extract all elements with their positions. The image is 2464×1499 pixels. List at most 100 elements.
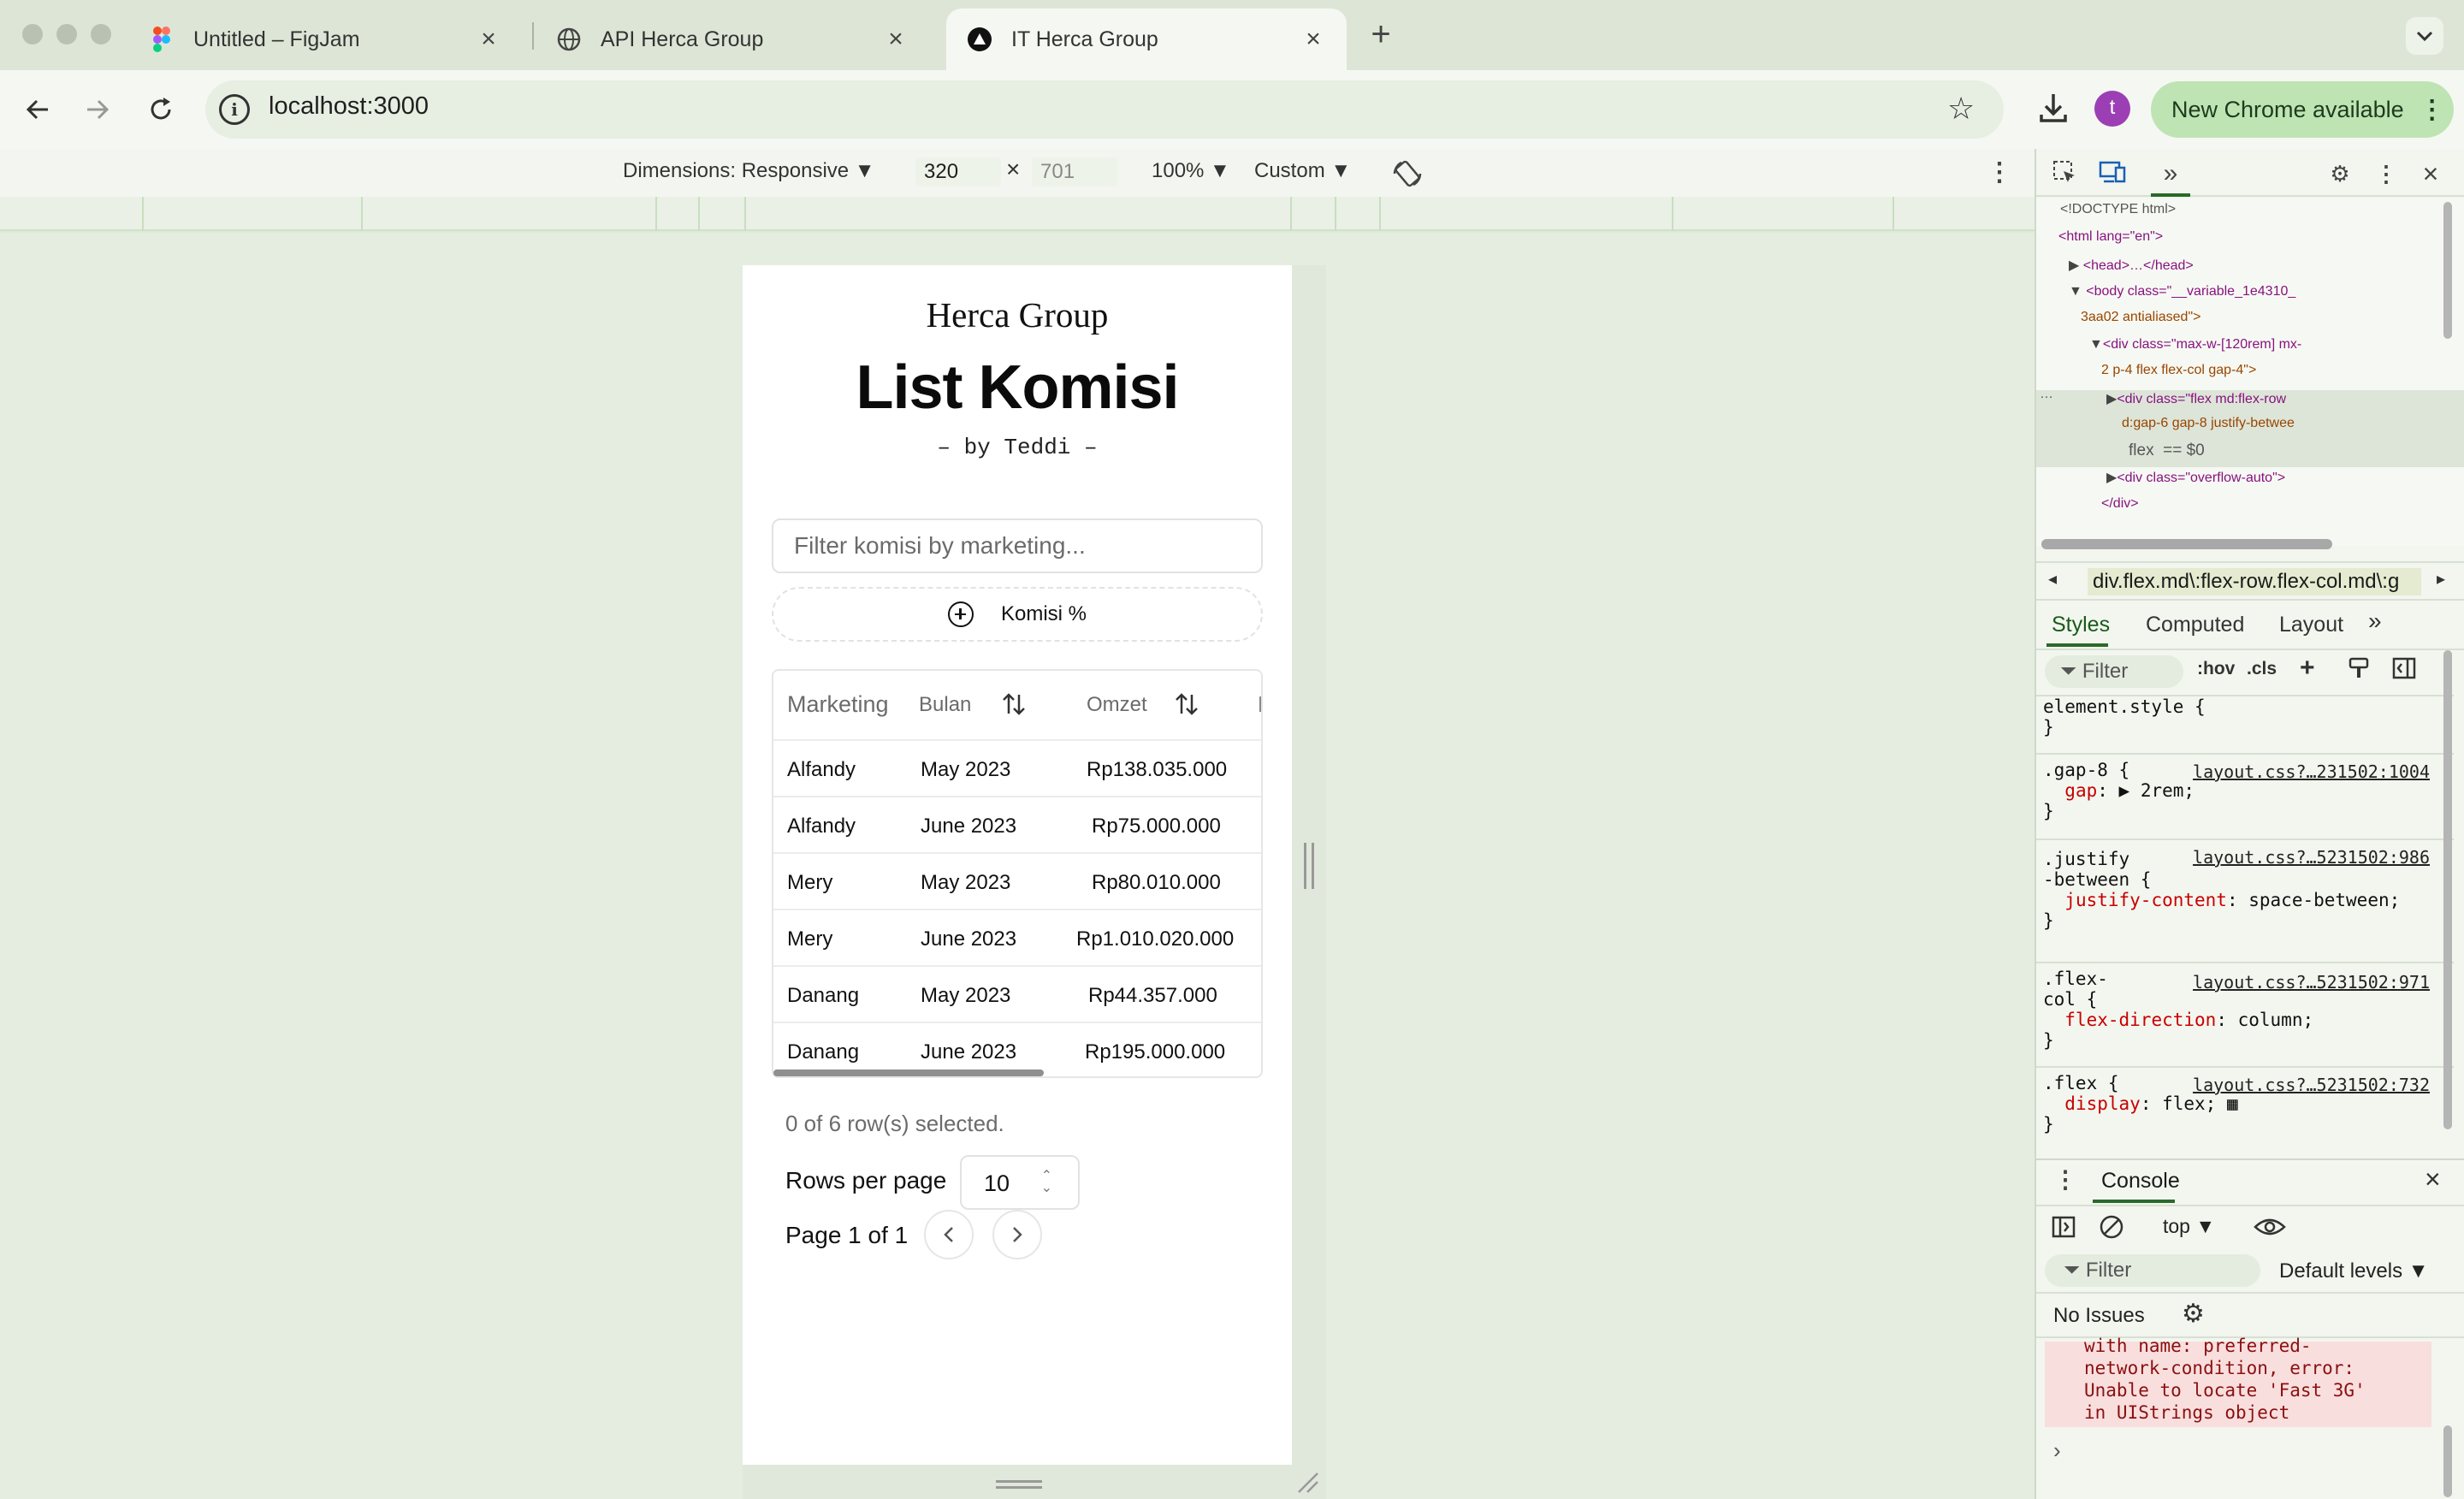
reload-button[interactable]	[140, 89, 181, 130]
back-button[interactable]	[17, 89, 58, 130]
forward-button[interactable]	[77, 89, 118, 130]
console-filter-input[interactable]: ⏷ Filter	[2045, 1254, 2260, 1287]
flexbox-editor-icon[interactable]: ▦	[2216, 1093, 2238, 1114]
tab-computed[interactable]: Computed	[2146, 613, 2244, 637]
close-tab-icon[interactable]: ×	[883, 25, 909, 54]
doctype-node[interactable]: <!DOCTYPE html>	[2060, 202, 2176, 217]
styles-scrollbar[interactable]	[2443, 650, 2452, 1129]
next-page-button[interactable]	[992, 1210, 1042, 1259]
resize-handle-icon[interactable]	[996, 1480, 1042, 1489]
table-row[interactable]: Alfandy May 2023 Rp138.035.000	[773, 739, 1261, 796]
elements-vertical-scrollbar[interactable]	[2443, 202, 2452, 339]
toggle-sidebar-icon[interactable]	[2392, 657, 2416, 684]
issues-count[interactable]: No Issues	[2053, 1304, 2145, 1328]
rule-source-link[interactable]: layout.css?…5231502:971	[2193, 972, 2430, 992]
elements-horizontal-scrollbar[interactable]	[2041, 539, 2332, 549]
tab-api-herca[interactable]: API Herca Group ×	[536, 9, 929, 70]
throttle-dropdown[interactable]: Custom ▼	[1254, 159, 1351, 183]
html-node[interactable]: <html lang="en">	[2058, 229, 2163, 245]
ruler-tick[interactable]	[1379, 197, 1381, 231]
close-window-button[interactable]	[22, 24, 43, 44]
new-tab-button[interactable]: +	[1360, 15, 1401, 56]
breadcrumb-right-arrow-icon[interactable]: ▸	[2437, 568, 2445, 590]
ruler-tick[interactable]	[361, 197, 363, 231]
minimize-window-button[interactable]	[56, 24, 77, 44]
header-bulan[interactable]: Bulan	[919, 693, 971, 717]
table-row[interactable]: Alfandy June 2023 Rp75.000.000	[773, 796, 1261, 852]
bookmark-star-icon[interactable]: ☆	[1947, 91, 1975, 127]
div-overflow-node[interactable]: ▶<div class="overflow-auto">	[2106, 469, 2285, 486]
table-row[interactable]: Mery June 2023 Rp1.010.020.000	[773, 909, 1261, 965]
tab-figjam[interactable]: Untitled – FigJam ×	[128, 9, 522, 70]
cls-toggle[interactable]: .cls	[2247, 659, 2277, 679]
sort-arrows-icon[interactable]	[1172, 690, 1201, 719]
console-tab[interactable]: Console	[2101, 1169, 2180, 1194]
ruler-tick[interactable]	[1892, 197, 1894, 231]
rotate-icon[interactable]	[1391, 157, 1424, 190]
address-bar[interactable]	[205, 80, 2004, 139]
ruler-tick[interactable]	[1672, 197, 1673, 231]
context-select[interactable]: top ▼	[2163, 1215, 2215, 1238]
breadcrumb[interactable]: div.flex.md\:flex-row.flex-col.md\:g	[2088, 568, 2421, 595]
rule-source-link[interactable]: layout.css?…231502:1004	[2193, 761, 2430, 782]
styles-filter-input[interactable]: ⏷ Filter	[2045, 655, 2183, 688]
new-rule-plus-icon[interactable]: +	[2300, 654, 2315, 683]
header-marketing[interactable]: Marketing	[787, 691, 889, 718]
devtools-menu-icon[interactable]: ⋮	[2372, 159, 2401, 188]
tab-search-button[interactable]	[2406, 17, 2443, 55]
close-tab-icon[interactable]: ×	[1300, 25, 1326, 54]
hov-toggle[interactable]: :hov	[2197, 659, 2235, 679]
close-drawer-icon[interactable]: ×	[2425, 1164, 2441, 1195]
komisi-filter-button[interactable]: Komisi %	[772, 587, 1263, 642]
style-rule-gap[interactable]: .gap-8 { gap: ▶ 2rem; }	[2043, 760, 2194, 821]
head-node[interactable]: ▶ <head>…</head>	[2069, 257, 2194, 274]
profile-avatar[interactable]: t	[2094, 91, 2130, 127]
filter-marketing-input[interactable]	[772, 518, 1263, 573]
dimensions-dropdown[interactable]: Dimensions: Responsive ▼	[623, 159, 875, 183]
drawer-menu-icon[interactable]: ⋮	[2053, 1165, 2077, 1194]
tab-layout[interactable]: Layout	[2279, 613, 2343, 637]
rows-per-page-select[interactable]: 10 ⌃ ⌄	[960, 1155, 1080, 1210]
clear-console-icon[interactable]	[2098, 1213, 2125, 1241]
table-horizontal-scrollbar[interactable]	[773, 1069, 1044, 1076]
tab-it-herca[interactable]: IT Herca Group ×	[946, 9, 1347, 70]
console-scrollbar[interactable]	[2443, 1425, 2452, 1497]
node-ellipsis-icon[interactable]: …	[2040, 387, 2053, 402]
inspect-element-icon[interactable]	[2050, 159, 2079, 188]
more-panels-icon[interactable]: »	[2156, 159, 2185, 188]
device-width-input[interactable]: 320	[915, 157, 1001, 187]
sort-arrows-icon[interactable]	[999, 690, 1028, 719]
paint-brush-icon[interactable]	[2348, 657, 2370, 684]
site-info-icon[interactable]: i	[219, 94, 250, 125]
rule-source-link[interactable]: layout.css?…5231502:732	[2193, 1075, 2430, 1095]
console-settings-gear-icon[interactable]: ⚙	[2182, 1299, 2205, 1329]
live-expression-eye-icon[interactable]	[2254, 1215, 2286, 1239]
new-chrome-available-button[interactable]: New Chrome available ⋮	[2151, 81, 2454, 138]
ruler-tick[interactable]	[1335, 197, 1336, 231]
ruler-tick[interactable]	[655, 197, 657, 231]
header-omzet[interactable]: Omzet	[1087, 693, 1147, 717]
body-node[interactable]: ▼ <body class="__variable_1e4310_	[2069, 284, 2295, 299]
log-levels-dropdown[interactable]: Default levels ▼	[2279, 1259, 2429, 1283]
ruler-tick[interactable]	[698, 197, 700, 231]
div-flex-node[interactable]: ▶<div class="flex md:flex-row	[2106, 390, 2286, 407]
close-tab-icon[interactable]: ×	[476, 25, 501, 54]
rule-source-link[interactable]: layout.css?…5231502:986	[2193, 847, 2430, 868]
corner-resize-icon[interactable]	[1295, 1470, 1319, 1494]
gear-icon[interactable]: ⚙	[2325, 159, 2354, 188]
zoom-window-button[interactable]	[91, 24, 111, 44]
console-prompt-chevron-icon[interactable]: ›	[2053, 1437, 2061, 1464]
close-devtools-icon[interactable]: ×	[2416, 159, 2445, 188]
more-tabs-icon[interactable]: »	[2368, 607, 2382, 635]
flex-badge[interactable]: flex == $0	[2129, 441, 2205, 460]
console-sidebar-icon[interactable]	[2052, 1215, 2076, 1239]
url-text[interactable]: localhost:3000	[269, 92, 429, 121]
table-row[interactable]: Danang May 2023 Rp44.357.000	[773, 965, 1261, 1022]
ruler-tick[interactable]	[744, 197, 746, 231]
device-toolbar-more-icon[interactable]: ⋮	[1987, 157, 2012, 187]
ruler-tick[interactable]	[1290, 197, 1292, 231]
table-row[interactable]: Mery May 2023 Rp80.010.000	[773, 852, 1261, 909]
breadcrumb-left-arrow-icon[interactable]: ◂	[2048, 568, 2057, 590]
device-height-input[interactable]: 701	[1032, 157, 1117, 187]
ruler-tick[interactable]	[142, 197, 144, 231]
